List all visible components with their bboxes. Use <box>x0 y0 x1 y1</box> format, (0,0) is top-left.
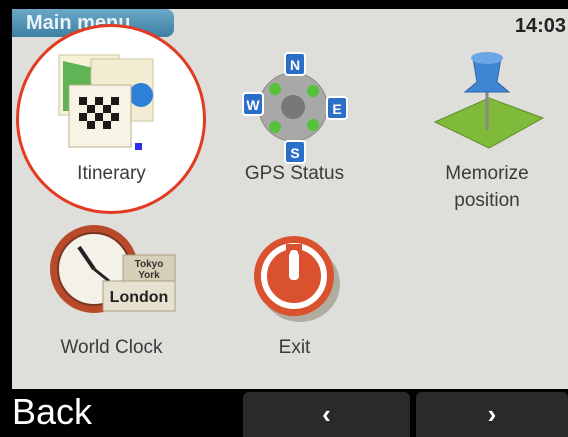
clock-city-london: London <box>110 289 169 306</box>
world-clock-icon: Tokyo York London <box>50 225 176 313</box>
world-clock-label: World Clock <box>60 337 163 358</box>
gps-west-glyph: W <box>246 97 260 113</box>
gps-satellite-icon: N E S W <box>242 52 348 164</box>
clock-city-york: York <box>138 270 160 281</box>
pushpin-map-icon <box>433 52 545 149</box>
gps-north-glyph: N <box>290 57 300 73</box>
itinerary-label: Itinerary <box>77 163 146 184</box>
memorize-label-line1: Memorize <box>445 163 529 184</box>
time-display: 14:03 <box>514 15 566 37</box>
exit-label: Exit <box>278 337 311 358</box>
chevron-right-icon: › <box>487 399 497 429</box>
previous-page-button[interactable]: ‹ <box>243 392 410 437</box>
gps-status-tile[interactable]: N E S W GPS Status <box>222 39 367 204</box>
memorize-position-tile[interactable]: Memorize position <box>407 39 567 219</box>
itinerary-icon <box>58 54 154 150</box>
back-button[interactable]: Back <box>12 391 92 433</box>
softkey-bar: Back ‹ › <box>0 389 568 437</box>
chevron-left-icon: ‹ <box>322 399 331 429</box>
exit-tile[interactable]: Exit <box>222 214 367 364</box>
clock-city-tokyo: Tokyo <box>135 259 164 270</box>
itinerary-tile[interactable]: Itinerary <box>24 39 199 204</box>
next-page-button[interactable]: › <box>416 392 568 437</box>
gps-south-glyph: S <box>290 145 299 161</box>
gps-status-label: GPS Status <box>244 163 345 184</box>
gps-east-glyph: E <box>332 101 341 117</box>
screen: Main menu 14:03 Itinerary N E S W GPS St… <box>12 9 568 389</box>
memorize-label-line2: position <box>454 190 520 211</box>
world-clock-tile[interactable]: Tokyo York London World Clock <box>24 214 199 364</box>
power-icon <box>254 236 340 322</box>
